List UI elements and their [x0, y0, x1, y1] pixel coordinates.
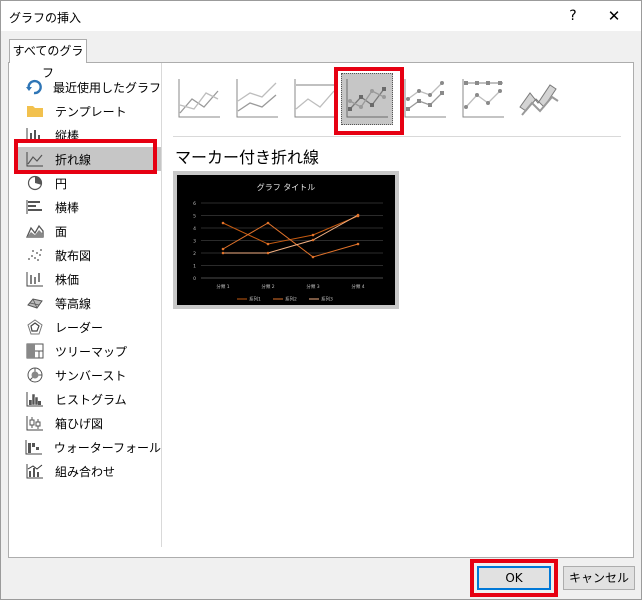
recent-icon [25, 79, 43, 95]
sidebar-item-treemap[interactable]: ツリーマップ [15, 339, 161, 363]
y-tick-label: 2 [193, 251, 196, 257]
sidebar-item-label: 縦棒 [55, 128, 80, 143]
sidebar-item-line[interactable]: 折れ線 [15, 147, 161, 171]
close-button[interactable]: ✕ [599, 5, 629, 27]
y-tick-label: 6 [193, 201, 196, 207]
sidebar-item-label: 等高線 [55, 296, 92, 311]
subtype-line-with-markers[interactable] [341, 73, 393, 125]
bar-chart-icon [25, 199, 45, 215]
sidebar-item-label: 面 [55, 224, 68, 239]
histogram-icon [25, 391, 45, 407]
subtype-100-stacked-line-with-markers[interactable] [457, 73, 509, 125]
sidebar-item-label: 散布図 [55, 248, 92, 263]
waterfall-icon [25, 439, 44, 455]
chart-preview-frame[interactable]: グラフ タイトル 0 1 2 3 4 5 6 分類 1 分類 2 分類 3 分類… [173, 171, 399, 309]
chart-subtype-gallery [173, 71, 623, 127]
sidebar-item-stock[interactable]: 株価 [15, 267, 161, 291]
insert-chart-dialog: グラフの挿入 ? ✕ すべてのグラフ 最近使用したグラフ テンプレート 縦棒 折… [0, 0, 642, 600]
combo-chart-icon [25, 463, 45, 479]
sidebar-item-radar[interactable]: レーダー [15, 315, 161, 339]
line-chart-icon [25, 151, 45, 167]
preview-title: グラフ タイトル [257, 182, 316, 192]
sidebar-item-combo[interactable]: 組み合わせ [15, 459, 161, 483]
subtype-line[interactable] [173, 73, 225, 125]
sidebar-item-label: 最近使用したグラフ [53, 80, 162, 95]
sidebar-item-label: サンバースト [55, 368, 127, 383]
legend-entry: 系列2 [285, 296, 297, 303]
subtype-100-stacked-line[interactable] [289, 73, 341, 125]
x-tick-label: 分類 2 [261, 283, 274, 290]
sunburst-icon [25, 367, 45, 383]
cancel-button[interactable]: キャンセル [563, 566, 635, 590]
subtype-title: マーカー付き折れ線 [175, 148, 320, 167]
percent-stacked-line-markers-icon [462, 79, 504, 118]
legend-entry: 系列3 [321, 296, 333, 303]
x-tick-label: 分類 3 [306, 283, 319, 290]
title-bar: グラフの挿入 ? ✕ [1, 1, 641, 31]
boxwhisker-icon [25, 415, 45, 431]
sidebar-item-label: 円 [55, 176, 68, 191]
sidebar-item-label: 横棒 [55, 200, 80, 215]
sidebar-item-bar[interactable]: 横棒 [15, 195, 161, 219]
sidebar-item-sunburst[interactable]: サンバースト [15, 363, 161, 387]
sidebar-item-label: 箱ひげ図 [55, 416, 104, 431]
treemap-icon [25, 343, 45, 359]
subtype-3d-line[interactable] [513, 73, 565, 125]
sidebar-item-label: ウォーターフォール [53, 440, 161, 455]
percent-stacked-line-icon [294, 79, 336, 118]
stacked-line-markers-icon [404, 79, 446, 118]
line-chart-icon [178, 79, 220, 118]
dialog-title: グラフの挿入 [9, 11, 82, 25]
scatter-chart-icon [25, 247, 45, 263]
sidebar-item-boxwhisker[interactable]: 箱ひげ図 [15, 411, 161, 435]
sidebar-item-label: 株価 [55, 272, 80, 287]
legend-entry: 系列1 [249, 296, 261, 303]
area-chart-icon [25, 223, 45, 239]
sidebar-item-templates[interactable]: テンプレート [15, 99, 161, 123]
y-tick-label: 4 [193, 226, 196, 232]
subtype-stacked-line[interactable] [231, 73, 283, 125]
gallery-separator [173, 136, 621, 137]
radar-chart-icon [25, 319, 45, 335]
x-tick-label: 分類 1 [216, 283, 229, 290]
sidebar-item-scatter[interactable]: 散布図 [15, 243, 161, 267]
stacked-line-icon [236, 79, 278, 118]
y-tick-label: 3 [193, 239, 196, 245]
sidebar-item-surface[interactable]: 等高線 [15, 291, 161, 315]
y-tick-label: 0 [193, 276, 196, 282]
column-chart-icon [25, 127, 45, 143]
sidebar-item-recent[interactable]: 最近使用したグラフ [15, 75, 161, 99]
tab-all-charts[interactable]: すべてのグラフ [9, 39, 87, 80]
pie-chart-icon [25, 175, 45, 191]
sidebar-item-label: レーダー [55, 320, 104, 335]
folder-icon [25, 103, 45, 119]
sidebar-item-label: 組み合わせ [55, 464, 116, 479]
sidebar-item-label: テンプレート [55, 104, 127, 119]
sidebar-item-histogram[interactable]: ヒストグラム [15, 387, 161, 411]
sidebar-item-label: 折れ線 [55, 152, 92, 167]
line-markers-icon [346, 79, 388, 118]
ok-button[interactable]: OK [477, 566, 551, 590]
y-tick-label: 1 [193, 264, 196, 270]
sidebar-item-waterfall[interactable]: ウォーターフォール [15, 435, 161, 459]
subtype-stacked-line-with-markers[interactable] [399, 73, 451, 125]
help-button[interactable]: ? [561, 5, 585, 27]
3d-line-icon [519, 84, 559, 116]
chart-preview: グラフ タイトル 0 1 2 3 4 5 6 分類 1 分類 2 分類 3 分類… [177, 175, 395, 305]
sidebar-item-label: ツリーマップ [55, 344, 128, 359]
sidebar-item-label: ヒストグラム [55, 392, 127, 407]
sidebar-item-pie[interactable]: 円 [15, 171, 161, 195]
y-tick-label: 5 [193, 214, 196, 220]
panel-divider [161, 63, 162, 547]
sidebar-item-area[interactable]: 面 [15, 219, 161, 243]
sidebar-item-column[interactable]: 縦棒 [15, 123, 161, 147]
surface-chart-icon [25, 295, 45, 311]
stock-chart-icon [25, 271, 45, 287]
x-tick-label: 分類 4 [351, 283, 364, 290]
